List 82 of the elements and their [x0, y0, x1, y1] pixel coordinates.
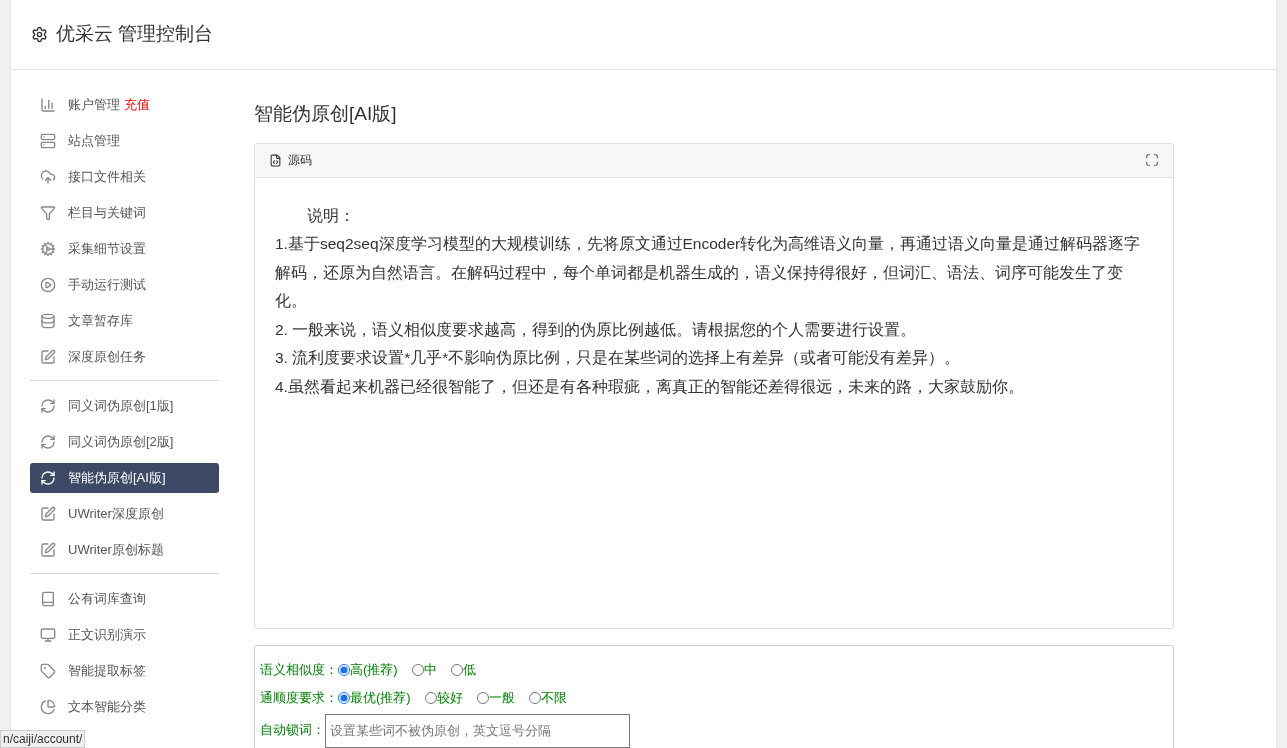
code-file-icon	[269, 153, 282, 167]
sidebar-label: 采集细节设置	[68, 240, 146, 259]
sidebar-item[interactable]: 接口文件相关	[30, 162, 219, 192]
sidebar-item[interactable]: 手动运行测试	[30, 270, 219, 300]
description-text: 1.基于seq2seq深度学习模型的大规模训练，先将原文通过Encoder转化为高维语义向量，再通过语义向量是通过解码器逐字解码，还原为自然语言。在解码过程中，每个单词都是机器生成的，语义保持得很好，但词汇、语法、词序可能发生了变化。	[275, 234, 1142, 311]
description-text: 4.虽然看起来机器已经很智能了，但还是有各种瑕疵，离真正的智能还差得很远，未来的路，大家鼓励你。	[275, 376, 1025, 397]
sidebar-label: 接口文件相关	[68, 168, 146, 187]
description-text: 说明：	[306, 205, 356, 226]
radio-label: 较好	[436, 688, 463, 707]
status-url: n/caiji/account/	[0, 730, 86, 748]
sidebar-item[interactable]: 采集细节设置	[30, 234, 219, 264]
option-label: 自动锁词：	[260, 720, 325, 739]
sidebar-item[interactable]: UWriter原创标题	[30, 535, 219, 565]
sidebar-item[interactable]: 账户管理 充值	[30, 90, 219, 120]
sidebar-item[interactable]: 智能提取标签	[30, 656, 219, 686]
edit-icon	[40, 542, 56, 558]
radio-button[interactable]	[338, 691, 350, 704]
database-icon	[40, 313, 56, 329]
radio-label: 一般	[488, 688, 515, 707]
description-text: 3. 流利度要求设置*几乎*不影响伪原比例，只是在某些词的选择上有差异（或者可能没有差异）。	[275, 348, 962, 368]
sidebar-label: 站点管理	[68, 132, 120, 151]
sidebar-item[interactable]: 智能伪原创[AI版]	[30, 463, 219, 493]
book-icon	[40, 591, 56, 607]
radio-button[interactable]	[528, 691, 541, 704]
server-icon	[40, 133, 56, 149]
radio-button[interactable]	[338, 663, 350, 676]
tag-icon	[40, 663, 56, 679]
edit-icon	[40, 506, 56, 522]
lock-words-field[interactable]: 设置某些词不被伪原创，英文逗号分隔	[325, 713, 630, 748]
sidebar-label: 同义词伪原创[1版]	[68, 397, 174, 416]
monitor-icon	[40, 627, 56, 643]
option-label: 通顺度要求：	[260, 688, 338, 707]
refresh-icon	[40, 398, 56, 414]
bar-chart-icon	[40, 97, 56, 113]
fullscreen-icon[interactable]	[1145, 153, 1159, 167]
sidebar-item[interactable]: 文章暂存库	[30, 306, 219, 336]
sidebar-label: 账户管理	[68, 96, 120, 115]
sidebar-item[interactable]: 站点管理	[30, 126, 219, 156]
recharge-link[interactable]: 充值	[124, 95, 150, 115]
cloud-upload-icon	[40, 169, 56, 185]
gear-icon	[40, 241, 56, 257]
sidebar-label: 智能伪原创[AI版]	[68, 469, 166, 488]
radio-button[interactable]	[450, 663, 463, 676]
radio-button[interactable]	[476, 691, 489, 704]
sidebar-label: 正文识别演示	[68, 626, 146, 645]
sidebar-label: 公有词库查询	[68, 590, 146, 609]
sidebar-item[interactable]: 同义词伪原创[2版]	[30, 427, 219, 457]
radio-label: 高(推荐)	[350, 660, 398, 679]
refresh-icon	[40, 470, 56, 486]
pie-chart-icon	[40, 699, 56, 715]
source-tab[interactable]: 源码	[269, 151, 312, 169]
radio-label: 中	[423, 660, 437, 679]
sidebar-item[interactable]: UWriter深度原创	[30, 499, 219, 529]
sidebar-label: 文章暂存库	[68, 312, 133, 331]
sidebar-label: 手动运行测试	[68, 276, 146, 295]
radio-button[interactable]	[424, 691, 437, 704]
radio-button[interactable]	[411, 663, 424, 676]
radio-label: 低	[462, 660, 476, 679]
description-text: 2. 一般来说，语义相似度要求越高，得到的伪原比例越低。请根据您的个人需要进行设置。	[275, 319, 918, 340]
sidebar-label: 同义词伪原创[2版]	[68, 433, 174, 452]
filter-icon	[40, 205, 56, 221]
radio-label: 不限	[540, 688, 567, 707]
settings-icon	[31, 26, 48, 43]
edit-icon	[40, 349, 56, 365]
sidebar-item[interactable]: 深度原创任务	[30, 342, 219, 372]
option-label: 语义相似度：	[260, 660, 338, 679]
sidebar-label: 智能提取标签	[68, 662, 146, 681]
sidebar-item[interactable]: 同义词伪原创[1版]	[30, 391, 219, 421]
sidebar-label: UWriter深度原创	[68, 505, 164, 524]
sidebar-item[interactable]: 正文识别演示	[30, 620, 219, 650]
console-title: 优采云 管理控制台	[56, 22, 214, 47]
sidebar-label: 栏目与关键词	[68, 204, 146, 223]
sidebar-label: 文本智能分类	[68, 698, 146, 717]
sidebar-label: UWriter原创标题	[68, 541, 164, 560]
page-title: 智能伪原创[AI版]	[254, 102, 398, 126]
sidebar-label: 深度原创任务	[68, 348, 146, 367]
sidebar-item[interactable]: 文本智能分类	[30, 692, 219, 722]
radio-label: 最优(推荐)	[350, 688, 411, 707]
sidebar-item[interactable]: 栏目与关键词	[30, 198, 219, 228]
play-icon	[40, 277, 56, 293]
refresh-icon	[40, 434, 56, 450]
sidebar-item[interactable]: 公有词库查询	[30, 584, 219, 614]
